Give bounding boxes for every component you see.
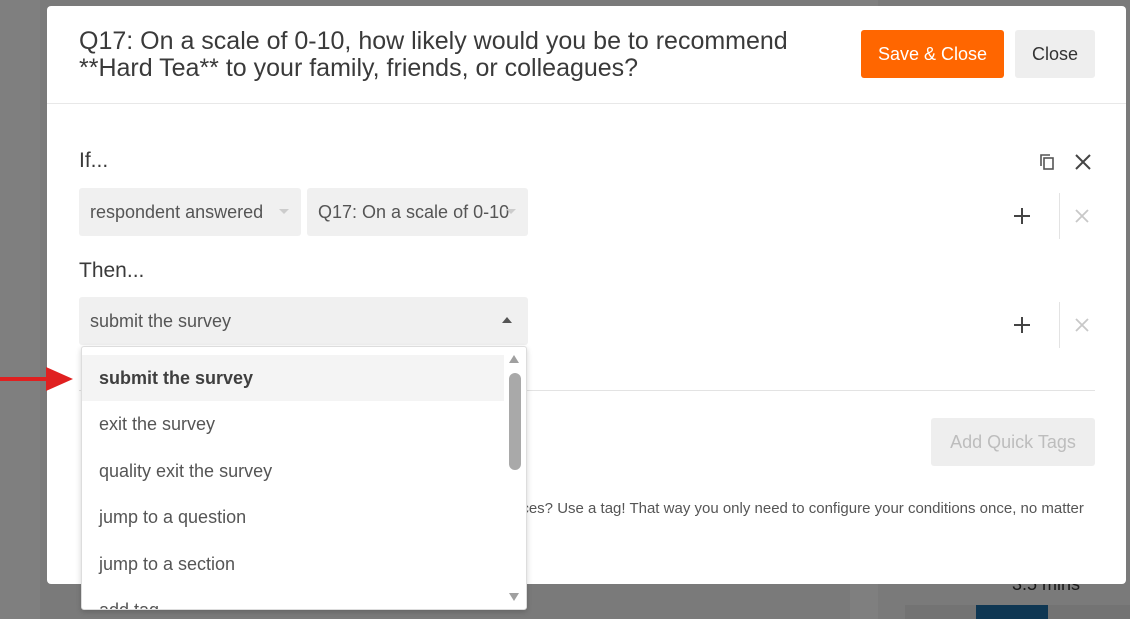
condition-subject-value: respondent answered	[90, 202, 264, 222]
add-condition-plus-icon[interactable]	[1011, 205, 1033, 227]
remove-action-icon[interactable]	[1071, 314, 1093, 336]
action-select[interactable]: submit the survey	[79, 297, 528, 345]
if-label: If...	[79, 149, 109, 172]
scrollbar-thumb[interactable]	[509, 373, 521, 470]
scroll-up-icon[interactable]	[509, 355, 519, 363]
action-select-value: submit the survey	[90, 311, 232, 331]
save-close-button[interactable]: Save & Close	[861, 30, 1004, 78]
caret-down-icon	[279, 209, 289, 214]
close-icon[interactable]	[1072, 151, 1094, 173]
copy-icon[interactable]	[1037, 152, 1057, 172]
dropdown-option-quality-exit-survey[interactable]: quality exit the survey	[82, 448, 504, 494]
then-label: Then...	[79, 259, 145, 282]
modal-title: Q17: On a scale of 0-10, how likely woul…	[79, 27, 788, 82]
red-arrow-icon	[0, 367, 73, 391]
dropdown-scrollbar[interactable]	[502, 347, 526, 609]
dropdown-options: submit the survey exit the survey qualit…	[82, 355, 504, 609]
condition-question-value: Q17: On a scale of 0-10	[318, 202, 510, 222]
dropdown-option-exit-survey[interactable]: exit the survey	[82, 401, 504, 447]
remove-condition-icon[interactable]	[1071, 205, 1093, 227]
modal-header: Q17: On a scale of 0-10, how likely woul…	[47, 6, 1126, 104]
tags-help-text: aces? Use a tag! That way you only need …	[513, 500, 1084, 517]
caret-up-icon	[502, 317, 512, 323]
caret-down-icon	[506, 209, 516, 214]
close-button[interactable]: Close	[1015, 30, 1095, 78]
add-quick-tags-button[interactable]: Add Quick Tags	[931, 418, 1095, 466]
vertical-separator	[1059, 193, 1060, 239]
action-dropdown-list[interactable]: submit the survey exit the survey qualit…	[81, 346, 527, 610]
scroll-down-icon[interactable]	[509, 593, 519, 601]
add-action-plus-icon[interactable]	[1011, 314, 1033, 336]
dropdown-option-submit-survey[interactable]: submit the survey	[82, 355, 504, 402]
condition-question-select[interactable]: Q17: On a scale of 0-10	[307, 188, 528, 236]
dropdown-option-jump-to-question[interactable]: jump to a question	[82, 494, 504, 540]
condition-subject-select[interactable]: respondent answered	[79, 188, 301, 236]
vertical-separator	[1059, 302, 1060, 348]
dropdown-option-add-tag[interactable]: add tag	[82, 587, 504, 609]
dropdown-option-jump-to-section[interactable]: jump to a section	[82, 541, 504, 587]
